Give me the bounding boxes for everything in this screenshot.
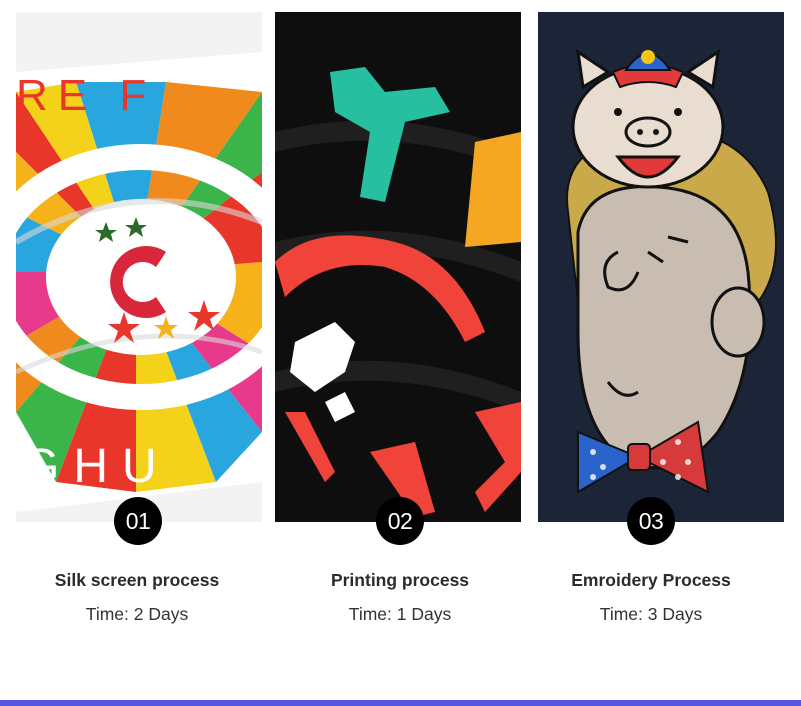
process-title-3: Emroidery Process: [571, 570, 731, 590]
process-title-2: Printing process: [330, 570, 470, 590]
step-number-badge-1: 01: [114, 497, 162, 545]
step-number-badge-3: 03: [627, 497, 675, 545]
printing-photo: [275, 12, 521, 522]
photo-text-bottom: GHU: [22, 440, 171, 493]
process-time-3: Time: 3 Days: [599, 604, 703, 624]
process-title-1: Silk screen process: [54, 570, 220, 590]
embroidery-photo: [538, 12, 784, 522]
photo-text-top: RE F: [16, 71, 156, 120]
accent-bar: [0, 700, 801, 706]
step-number-badge-2: 02: [376, 497, 424, 545]
silk-screen-photo: RE F GHU: [16, 12, 262, 522]
process-time-2: Time: 1 Days: [348, 604, 452, 624]
process-time-1: Time: 2 Days: [85, 604, 189, 624]
